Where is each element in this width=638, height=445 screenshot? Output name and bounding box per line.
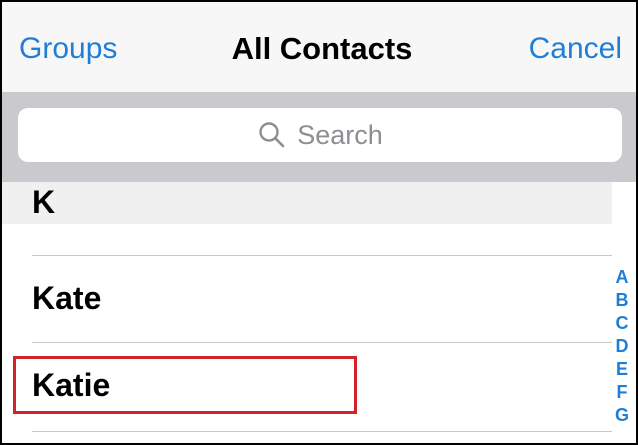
index-letter-a[interactable]: A bbox=[612, 266, 632, 289]
search-input[interactable]: Search bbox=[18, 108, 622, 162]
search-placeholder: Search bbox=[297, 119, 383, 150]
row-separator bbox=[32, 431, 612, 432]
section-letter: K bbox=[32, 184, 56, 220]
index-letter-b[interactable]: B bbox=[612, 289, 632, 312]
navigation-bar: Groups All Contacts Cancel bbox=[2, 2, 636, 92]
index-letter-g[interactable]: G bbox=[612, 404, 632, 427]
contact-name: Kate bbox=[32, 280, 102, 316]
contact-row-kate[interactable]: Kate bbox=[2, 256, 612, 342]
highlight-annotation bbox=[13, 356, 357, 414]
index-letter-e[interactable]: E bbox=[612, 358, 632, 381]
index-letter-f[interactable]: F bbox=[612, 381, 632, 404]
section-index-bar[interactable]: A B C D E F G bbox=[612, 266, 632, 427]
cancel-button[interactable]: Cancel bbox=[529, 32, 622, 66]
contacts-screen: Groups All Contacts Cancel Search K Kate… bbox=[0, 0, 638, 445]
section-header-k: K bbox=[2, 182, 612, 224]
search-bar-area: Search bbox=[2, 92, 636, 182]
search-icon bbox=[257, 120, 287, 150]
index-letter-d[interactable]: D bbox=[612, 335, 632, 358]
index-letter-c[interactable]: C bbox=[612, 312, 632, 335]
